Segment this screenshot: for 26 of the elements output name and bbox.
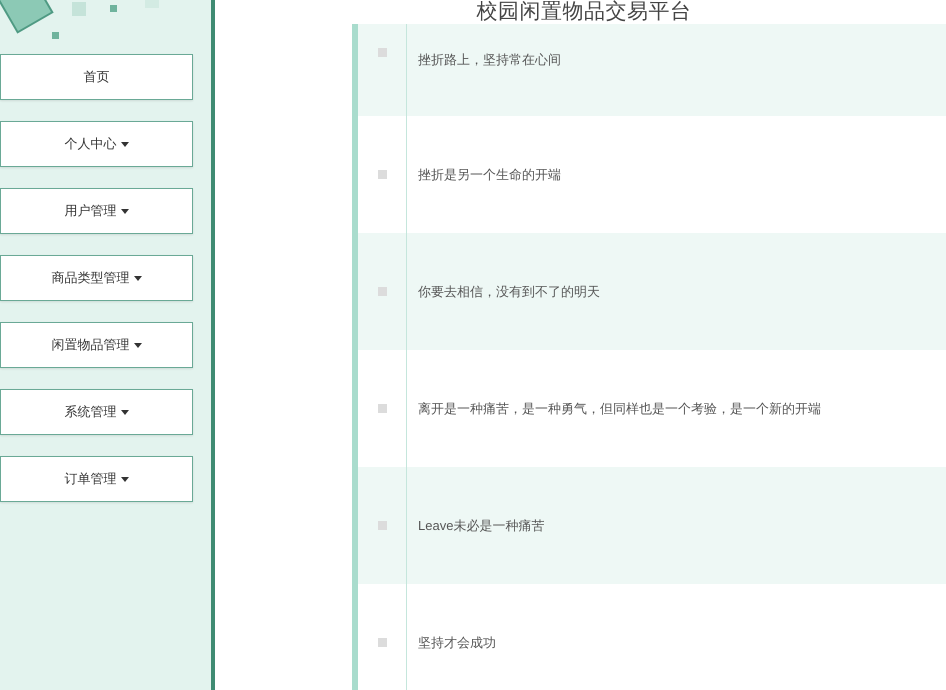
checkbox[interactable] [378, 404, 386, 413]
row-text: Leave未必是一种痛苦 [418, 516, 544, 535]
checkbox[interactable] [378, 48, 386, 57]
page-title: 校园闲置物品交易平台 [476, 0, 692, 24]
caret-down-icon [134, 276, 142, 280]
sidebar-menu-item[interactable]: 用户管理 [0, 188, 193, 234]
checkbox[interactable] [378, 170, 386, 179]
row-text: 离开是一种痛苦，是一种勇气，但同样也是一个考验，是一个新的开端 [418, 400, 821, 418]
sidebar-menu-item[interactable]: 闲置物品管理 [0, 322, 193, 368]
caret-down-icon [120, 476, 128, 482]
caret-down-icon [134, 342, 142, 348]
caret-down-icon [120, 142, 128, 146]
sidebar-menu-item[interactable]: 系统管理 [0, 389, 193, 435]
sidebar-menu-item[interactable]: 个人中心 [0, 121, 193, 167]
sidebar-menu-item[interactable]: 首页 [0, 54, 193, 100]
sidebar-menu-item[interactable]: 订单管理 [0, 456, 193, 502]
sidebar-menu-item[interactable]: 商品类型管理 [0, 255, 193, 301]
row-text: 挫折是另一个生命的开端 [418, 166, 561, 184]
caret-down-icon [120, 208, 128, 214]
checkbox[interactable] [378, 521, 386, 530]
checkbox[interactable] [378, 638, 386, 647]
row-text: 你要去相信，没有到不了的明天 [418, 282, 600, 301]
caret-down-icon [120, 410, 128, 414]
row-text: 挫折路上，坚持常在心间 [418, 51, 561, 69]
checkbox[interactable] [378, 287, 386, 296]
row-text: 坚持才会成功 [418, 634, 496, 652]
